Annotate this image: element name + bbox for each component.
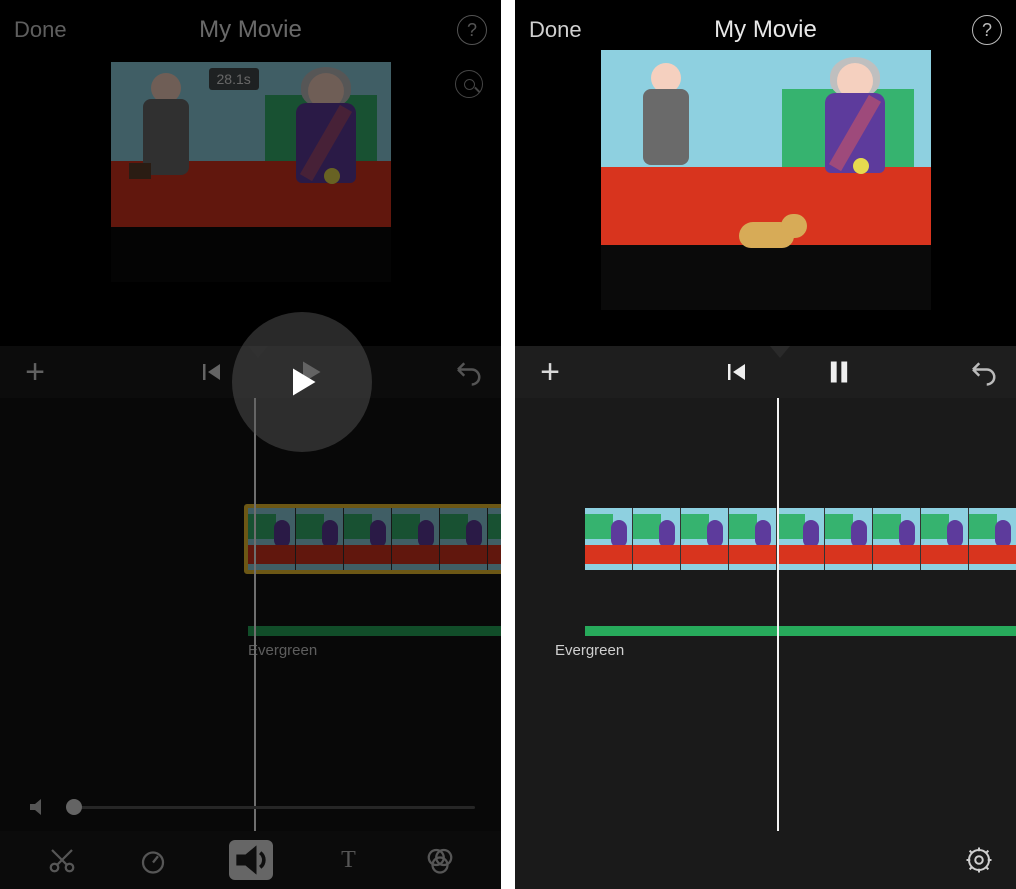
- skip-start-button[interactable]: [725, 360, 749, 384]
- done-button[interactable]: Done: [529, 17, 582, 43]
- video-preview: [601, 50, 931, 310]
- header: Done My Movie ?: [515, 0, 1016, 60]
- audio-track-label: Evergreen: [555, 642, 624, 659]
- text-tab[interactable]: T: [334, 845, 364, 875]
- volume-row: [0, 787, 501, 827]
- video-track: [585, 508, 1016, 570]
- undo-button[interactable]: [968, 357, 998, 387]
- clip-duration-badge: 28.1s: [209, 68, 259, 90]
- cut-tab[interactable]: [47, 845, 77, 875]
- editor-screen-left: Done My Movie ? 28.1s +: [0, 0, 501, 889]
- pause-button[interactable]: [825, 358, 853, 386]
- audio-tab[interactable]: [229, 840, 273, 880]
- playhead-marker-icon: [770, 346, 790, 358]
- filters-tab[interactable]: [425, 845, 455, 875]
- question-icon: ?: [467, 20, 477, 41]
- edit-toolbar: T: [0, 831, 501, 889]
- clip-thumbnails[interactable]: [248, 508, 501, 570]
- playhead[interactable]: [777, 398, 779, 869]
- settings-button[interactable]: [964, 845, 994, 875]
- add-media-button[interactable]: +: [533, 355, 567, 389]
- project-title: My Movie: [199, 16, 302, 44]
- timeline[interactable]: Evergreen T: [0, 398, 501, 889]
- timeline[interactable]: Evergreen: [515, 398, 1016, 889]
- skip-start-button[interactable]: [200, 360, 224, 384]
- volume-slider[interactable]: [70, 806, 475, 809]
- volume-thumb[interactable]: [66, 799, 82, 815]
- speed-tab[interactable]: [138, 845, 168, 875]
- video-preview: 28.1s: [111, 62, 391, 282]
- audio-track-label: Evergreen: [248, 642, 317, 659]
- zoom-icon[interactable]: [455, 70, 483, 98]
- audio-track[interactable]: [585, 626, 1016, 636]
- header: Done My Movie ?: [0, 0, 501, 60]
- video-track: [248, 508, 501, 570]
- done-button[interactable]: Done: [14, 17, 67, 43]
- transport-bar: +: [0, 346, 501, 398]
- undo-button[interactable]: [453, 357, 483, 387]
- clip-thumbnails[interactable]: [585, 508, 1016, 570]
- edit-toolbar: [515, 831, 1016, 889]
- audio-track[interactable]: [248, 626, 501, 636]
- question-icon: ?: [982, 20, 992, 41]
- project-title: My Movie: [714, 16, 817, 44]
- playhead-marker-icon: [248, 346, 268, 358]
- mute-icon[interactable]: [26, 795, 50, 819]
- help-button[interactable]: ?: [972, 15, 1002, 45]
- editor-screen-right: Done My Movie ? +: [515, 0, 1016, 889]
- help-button[interactable]: ?: [457, 15, 487, 45]
- add-media-button[interactable]: +: [18, 355, 52, 389]
- transport-bar: +: [515, 346, 1016, 398]
- play-button[interactable]: [296, 358, 324, 386]
